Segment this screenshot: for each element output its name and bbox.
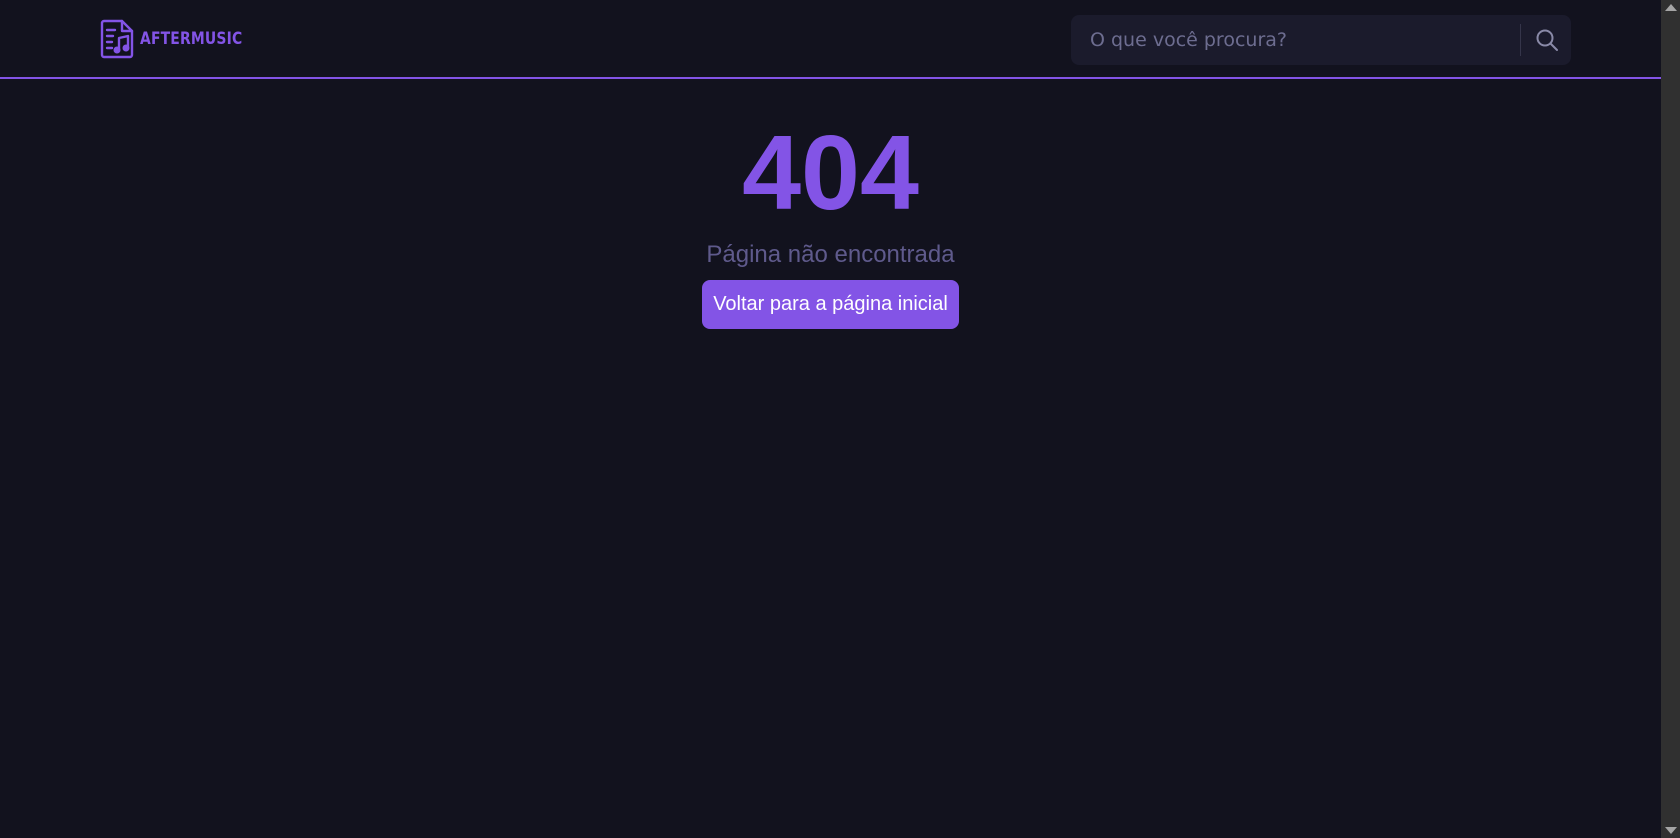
search-box (1071, 15, 1571, 65)
logo-link[interactable]: AFTERMUSIC (100, 19, 265, 59)
logo-text: AFTERMUSIC (140, 29, 243, 49)
scroll-up-arrow-icon[interactable] (1665, 4, 1677, 11)
error-code: 404 (742, 114, 919, 232)
music-file-icon (100, 19, 134, 59)
scroll-down-arrow-icon[interactable] (1665, 827, 1677, 834)
vertical-scrollbar[interactable] (1661, 0, 1680, 838)
back-to-home-button[interactable]: Voltar para a página inicial (702, 280, 959, 329)
page: AFTERMUSIC 404 Página não encontrada Vol… (0, 0, 1661, 838)
top-header: AFTERMUSIC (0, 0, 1661, 79)
search-divider (1520, 24, 1521, 56)
search-button[interactable] (1523, 15, 1571, 65)
not-found-content: 404 Página não encontrada Voltar para a … (0, 120, 1661, 329)
error-message: Página não encontrada (706, 241, 955, 268)
search-input[interactable] (1071, 15, 1519, 65)
search-icon (1536, 29, 1558, 51)
